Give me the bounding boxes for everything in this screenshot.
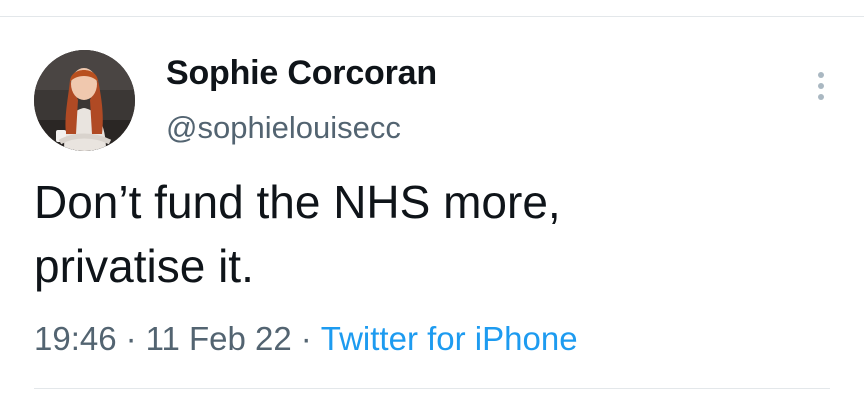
author-avatar[interactable]	[34, 50, 135, 151]
tweet-source-link[interactable]: Twitter for iPhone	[321, 320, 578, 357]
author-display-name[interactable]: Sophie Corcoran	[166, 54, 437, 93]
avatar-photo-icon	[34, 50, 135, 151]
tweet-text-line: Don’t fund the NHS more,	[34, 176, 561, 228]
more-dot	[818, 83, 824, 89]
top-divider	[0, 16, 864, 17]
bottom-divider	[34, 388, 830, 389]
author-handle[interactable]: @sophielouisecc	[166, 110, 401, 146]
tweet-text-line: privatise it.	[34, 240, 254, 292]
tweet-time[interactable]: 19:46	[34, 320, 117, 357]
more-options-icon[interactable]	[808, 66, 834, 106]
tweet-date[interactable]: 11 Feb 22	[146, 320, 292, 357]
more-dot	[818, 72, 824, 78]
separator: ·	[125, 320, 137, 357]
tweet-metadata: 19:46 · 11 Feb 22 · Twitter for iPhone	[34, 320, 578, 358]
more-dot	[818, 94, 824, 100]
tweet-text: Don’t fund the NHS more, privatise it.	[34, 170, 824, 298]
separator: ·	[300, 320, 312, 357]
